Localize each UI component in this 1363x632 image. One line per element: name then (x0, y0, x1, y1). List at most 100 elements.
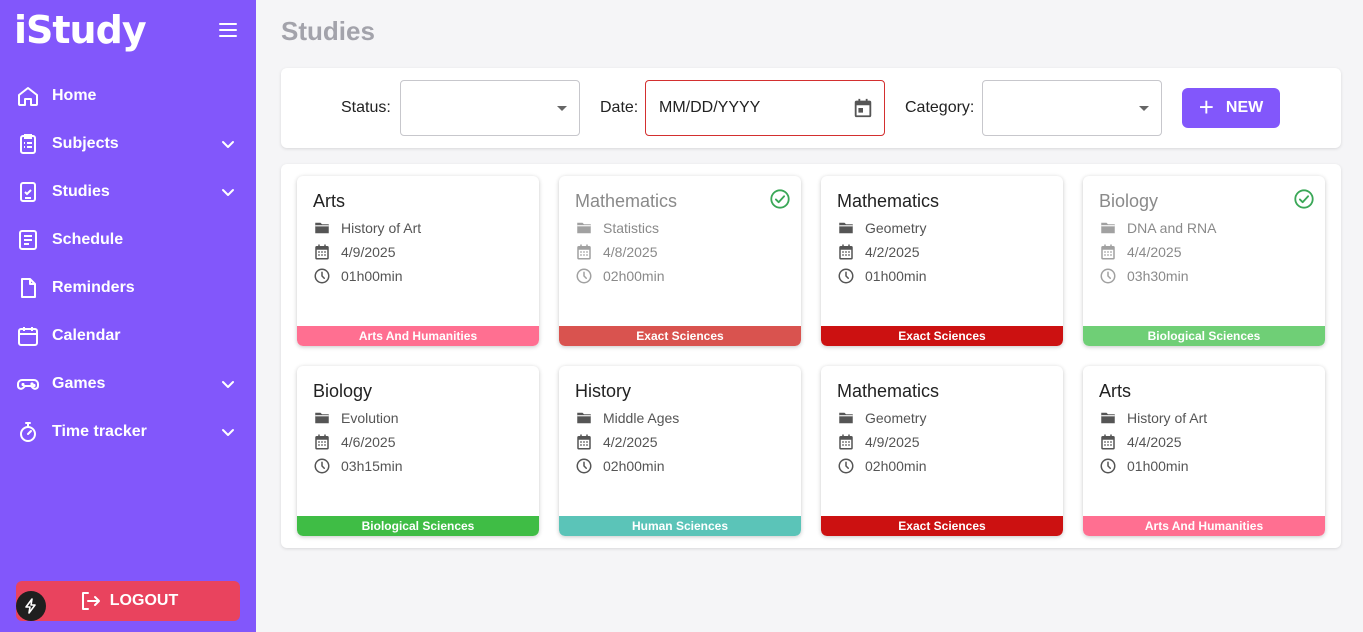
date-input[interactable]: MM/DD/YYYY (645, 80, 885, 136)
study-card[interactable]: Arts History of Art 4/4/2025 01h00min Ar… (1083, 366, 1325, 536)
card-topic: Geometry (865, 220, 927, 236)
gamepad-icon (16, 372, 40, 396)
new-study-button[interactable]: + NEW (1182, 88, 1280, 128)
clock-icon (1100, 268, 1116, 284)
folder-icon (839, 412, 853, 424)
card-date-row: 4/8/2025 (575, 243, 658, 261)
sidebar-item-label: Schedule (52, 231, 124, 248)
card-date: 4/2/2025 (865, 244, 920, 260)
sidebar-item-label: Games (52, 375, 106, 392)
study-card[interactable]: Mathematics Geometry 4/9/2025 02h00min E… (821, 366, 1063, 536)
card-duration-row: 02h00min (837, 457, 927, 475)
sidebar-item-games[interactable]: Games (0, 360, 256, 408)
card-topic-row: Geometry (837, 219, 926, 237)
sidebar-item-time-tracker[interactable]: Time tracker (0, 408, 256, 456)
status-select[interactable] (400, 80, 580, 136)
logout-label: LOGOUT (109, 592, 179, 609)
clipboard-check-icon (16, 180, 40, 204)
sidebar-item-schedule[interactable]: Schedule (0, 216, 256, 264)
card-duration-row: 01h00min (313, 267, 403, 285)
card-date: 4/4/2025 (1127, 244, 1182, 260)
sidebar-item-label: Reminders (52, 279, 135, 296)
home-icon (16, 84, 40, 108)
sidebar-item-studies[interactable]: Studies (0, 168, 256, 216)
card-duration: 02h00min (865, 458, 927, 474)
sidebar-item-subjects[interactable]: Subjects (0, 120, 256, 168)
document-icon (16, 276, 40, 300)
card-topic-row: Evolution (313, 409, 399, 427)
chevron-down-icon (222, 429, 234, 436)
clock-icon (838, 458, 854, 474)
chevron-down-icon (222, 381, 234, 388)
new-button-label: NEW (1225, 99, 1264, 116)
card-topic-row: DNA and RNA (1099, 219, 1216, 237)
card-duration-row: 02h00min (575, 267, 665, 285)
lightning-bolt-icon[interactable] (16, 591, 46, 621)
card-duration: 02h00min (603, 268, 665, 284)
sidebar-item-label: Time tracker (52, 423, 147, 440)
studies-panel: Arts History of Art 4/9/2025 01h00min Ar… (281, 164, 1341, 548)
sidebar-item-label: Studies (52, 183, 110, 200)
clock-icon (314, 458, 330, 474)
logout-button[interactable]: LOGOUT (16, 581, 240, 621)
hamburger-menu-icon[interactable] (216, 18, 240, 42)
calendar-icon (315, 434, 329, 450)
sidebar-item-home[interactable]: Home (0, 72, 256, 120)
sidebar-item-calendar[interactable]: Calendar (0, 312, 256, 360)
page-title: Studies (281, 16, 375, 46)
sidebar-item-reminders[interactable]: Reminders (0, 264, 256, 312)
category-tag: Human Sciences (559, 516, 801, 536)
sidebar-item-label: Calendar (52, 327, 121, 344)
calendar-icon (16, 324, 40, 348)
study-card[interactable]: Arts History of Art 4/9/2025 01h00min Ar… (297, 176, 539, 346)
card-duration: 01h00min (1127, 458, 1189, 474)
card-subject: Arts (313, 191, 346, 211)
chevron-down-icon (222, 141, 234, 148)
app-logo[interactable]: iStudy (14, 8, 147, 52)
study-card[interactable]: Biology DNA and RNA 4/4/2025 03h30min Bi… (1083, 176, 1325, 346)
card-topic: Geometry (865, 410, 927, 426)
category-tag: Exact Sciences (559, 326, 801, 346)
category-tag: Biological Sciences (1083, 326, 1325, 346)
clock-icon (1100, 458, 1116, 474)
completed-check-icon (770, 189, 790, 209)
card-date-row: 4/6/2025 (313, 433, 396, 451)
card-date-row: 4/2/2025 (837, 243, 920, 261)
calendar-icon (839, 434, 853, 450)
study-card[interactable]: History Middle Ages 4/2/2025 02h00min Hu… (559, 366, 801, 536)
card-topic: Evolution (341, 410, 399, 426)
calendar-icon[interactable] (852, 97, 874, 119)
dropdown-caret-icon (1139, 106, 1149, 111)
card-subject: Mathematics (575, 191, 678, 211)
dropdown-caret-icon (557, 106, 567, 111)
card-topic-row: Middle Ages (575, 409, 679, 427)
card-date-row: 4/4/2025 (1099, 433, 1182, 451)
schedule-list-icon (16, 228, 40, 252)
card-duration-row: 03h15min (313, 457, 403, 475)
card-duration: 03h15min (341, 458, 403, 474)
card-duration: 01h00min (865, 268, 927, 284)
card-topic-row: History of Art (313, 219, 421, 237)
sidebar-item-label: Home (52, 87, 97, 104)
sidebar: iStudy Home Subjects Studies Schedule Re… (0, 0, 256, 632)
card-date: 4/4/2025 (1127, 434, 1182, 450)
completed-check-icon (1294, 189, 1314, 209)
study-card[interactable]: Mathematics Statistics 4/8/2025 02h00min… (559, 176, 801, 346)
calendar-icon (1101, 434, 1115, 450)
card-date: 4/9/2025 (341, 244, 396, 260)
clock-icon (576, 268, 592, 284)
category-select[interactable] (982, 80, 1162, 136)
card-duration-row: 02h00min (575, 457, 665, 475)
card-date-row: 4/9/2025 (313, 243, 396, 261)
card-duration: 03h30min (1127, 268, 1189, 284)
study-card[interactable]: Mathematics Geometry 4/2/2025 01h00min E… (821, 176, 1063, 346)
card-topic-row: History of Art (1099, 409, 1207, 427)
card-date-row: 4/9/2025 (837, 433, 920, 451)
filter-bar: Status: Date: MM/DD/YYYY Category: + NEW (281, 68, 1341, 148)
card-subject: Mathematics (837, 381, 940, 401)
calendar-icon (315, 244, 329, 260)
category-tag: Biological Sciences (297, 516, 539, 536)
card-topic: Middle Ages (603, 410, 680, 426)
clock-icon (576, 458, 592, 474)
study-card[interactable]: Biology Evolution 4/6/2025 03h15min Biol… (297, 366, 539, 536)
